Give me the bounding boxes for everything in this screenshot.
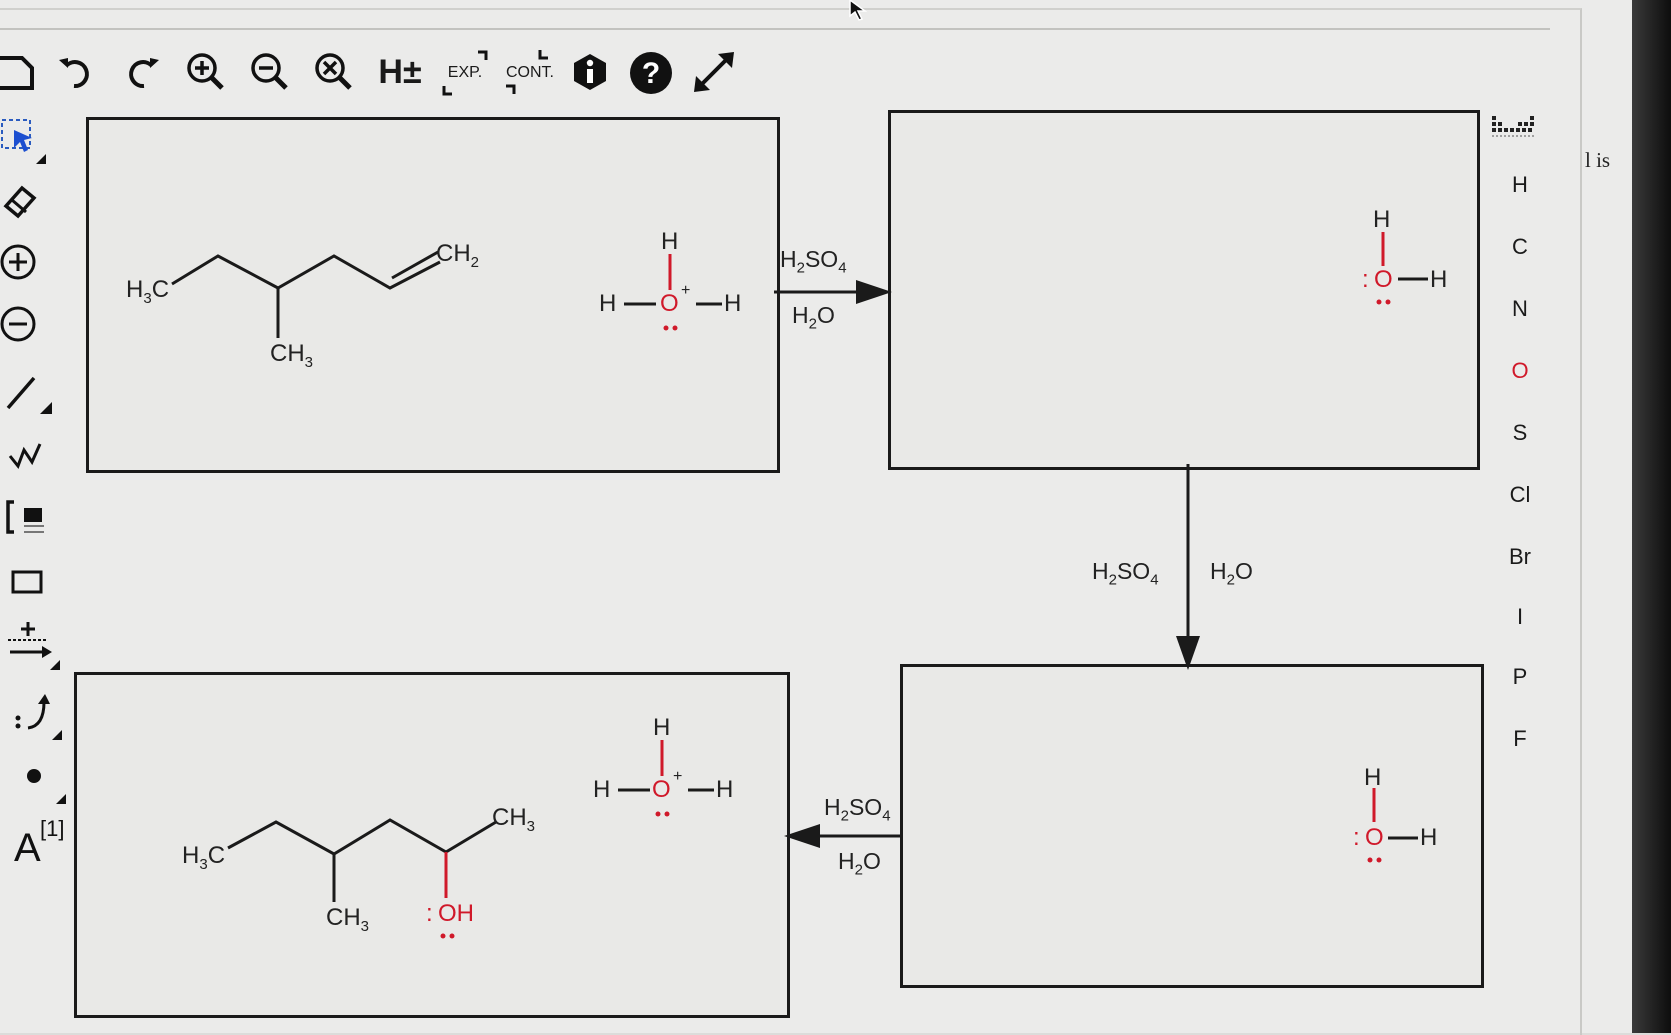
hydronium-charge: + [673,768,683,785]
ch3-label: CH3 [270,340,314,371]
hydronium-right-h: H [724,290,742,317]
hydronium-right-h: H [716,776,734,803]
hydronium-top-h: H [653,714,671,741]
reagent-h2so4-top: H2SO4 [780,246,847,277]
hydronium-charge: + [681,282,691,299]
reagent-h2o-bottom: H2O [792,302,835,333]
hydronium-top-h: H [661,228,679,255]
lone-pair-dots [440,926,456,944]
h3c-label: H3C [126,276,170,307]
mouse-cursor-icon [848,0,870,22]
water-oxygen: O [1365,824,1384,851]
reagent-h2o-right: H2O [1210,558,1253,589]
hydronium-left-h: H [599,290,617,317]
hydronium-oxygen: O [660,290,679,317]
lone-pair-dots [655,804,671,822]
ch2-label: CH2 [436,240,480,271]
ch3-bottom-label: CH3 [326,904,370,935]
hydronium-oxygen: O [652,776,671,803]
water-lone-pair: : [1362,266,1369,293]
ch3-right-label: CH3 [492,804,536,835]
reagent-h2so4-top: H2SO4 [824,794,891,825]
lone-pair-dots [663,318,679,331]
water-lone-pair: : [1353,824,1360,851]
oh-lone-pair: : [426,900,433,927]
hydronium-left-h: H [593,776,611,803]
reagent-h2so4-left: H2SO4 [1092,558,1159,589]
bond-layer [171,232,1428,902]
reagent-h2o-bottom: H2O [838,848,881,879]
water-top-h: H [1364,764,1382,791]
lone-pair-dots [1367,850,1383,868]
water-right-h: H [1430,266,1448,293]
h3c-label: H3C [182,842,226,873]
water-top-h: H [1373,206,1391,233]
lone-pair-dots [1376,292,1392,310]
hydroxyl-label: OH [438,900,474,927]
water-right-h: H [1420,824,1438,851]
water-oxygen: O [1374,266,1393,293]
